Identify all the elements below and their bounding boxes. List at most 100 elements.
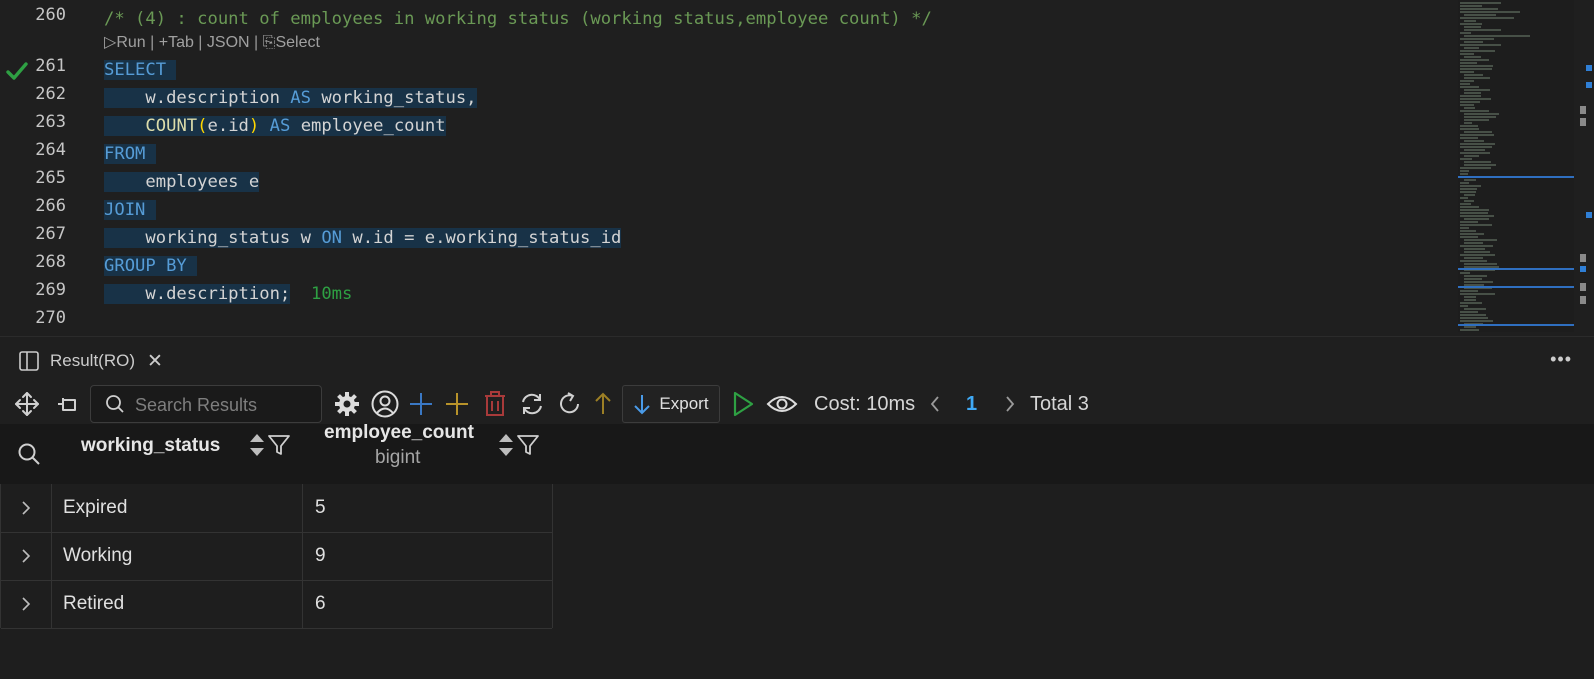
minimap-line bbox=[1460, 311, 1478, 313]
minimap-line bbox=[1464, 296, 1476, 298]
next-page-icon[interactable] bbox=[999, 384, 1021, 424]
add-column-icon[interactable] bbox=[440, 384, 474, 424]
minimap-line bbox=[1460, 68, 1492, 70]
sql-editor[interactable]: 260 261 262 263 264 265 266 267 268 269 … bbox=[0, 0, 1594, 332]
column-header-working-status[interactable]: working_status bbox=[52, 424, 302, 484]
codelens-json[interactable]: JSON bbox=[207, 34, 250, 51]
split-panel-icon bbox=[19, 351, 39, 371]
delete-icon[interactable] bbox=[478, 384, 512, 424]
line-number: 266 bbox=[35, 196, 66, 216]
line-number: 265 bbox=[35, 168, 66, 188]
minimap-line bbox=[1460, 59, 1489, 61]
minimap-line bbox=[1460, 104, 1474, 106]
pin-icon[interactable] bbox=[52, 384, 86, 424]
chevron-right-icon[interactable] bbox=[1, 532, 52, 580]
more-options-icon[interactable]: ••• bbox=[1550, 349, 1572, 370]
table-row[interactable]: Expired 5 bbox=[1, 484, 552, 533]
minimap-line bbox=[1460, 314, 1486, 316]
chevron-right-icon[interactable] bbox=[1, 580, 52, 628]
minimap-line bbox=[1460, 224, 1492, 226]
codelens-tab[interactable]: +Tab bbox=[159, 34, 194, 51]
minimap-line bbox=[1460, 80, 1474, 82]
minimap-highlight bbox=[1458, 176, 1574, 178]
column-header-employee-count[interactable]: employee_count bigint bbox=[302, 422, 552, 484]
export-button[interactable]: Export bbox=[622, 385, 720, 423]
minimap-line bbox=[1464, 278, 1482, 280]
minimap-line bbox=[1460, 11, 1520, 13]
minimap-line bbox=[1460, 290, 1478, 292]
minimap-line bbox=[1460, 185, 1481, 187]
minimap-line bbox=[1464, 74, 1483, 76]
arrow-down-icon bbox=[634, 395, 651, 415]
filter-icon[interactable] bbox=[516, 433, 540, 457]
minimap-line bbox=[1460, 137, 1478, 139]
minimap-line bbox=[1464, 275, 1487, 277]
minimap-line bbox=[1460, 227, 1469, 229]
minimap-line bbox=[1464, 20, 1476, 22]
refresh-icon[interactable] bbox=[553, 384, 587, 424]
sync-icon[interactable] bbox=[515, 384, 549, 424]
run-icon[interactable] bbox=[726, 384, 760, 424]
gear-icon[interactable] bbox=[330, 384, 364, 424]
arrow-up-icon[interactable] bbox=[590, 384, 616, 424]
code-line: GROUP BY bbox=[104, 252, 198, 280]
search-results-box[interactable] bbox=[90, 385, 322, 423]
minimap-line bbox=[1464, 56, 1481, 58]
minimap[interactable] bbox=[1458, 0, 1574, 332]
sort-icon[interactable] bbox=[247, 432, 267, 458]
minimap-line bbox=[1464, 47, 1479, 49]
minimap-line bbox=[1464, 29, 1501, 31]
cell-employee-count[interactable]: 5 bbox=[303, 484, 551, 532]
minimap-line bbox=[1460, 101, 1480, 103]
minimap-line bbox=[1460, 170, 1469, 172]
minimap-line bbox=[1460, 236, 1478, 238]
code-line: FROM bbox=[104, 140, 156, 168]
cell-working-status[interactable]: Retired bbox=[51, 580, 303, 628]
line-number: 269 bbox=[35, 280, 66, 300]
user-icon[interactable] bbox=[368, 384, 402, 424]
minimap-line bbox=[1464, 116, 1496, 118]
filter-icon[interactable] bbox=[267, 433, 291, 457]
chevron-right-icon[interactable] bbox=[1, 484, 52, 532]
minimap-line bbox=[1464, 263, 1497, 265]
move-icon[interactable] bbox=[10, 384, 44, 424]
minimap-line bbox=[1460, 23, 1482, 25]
codelens-run[interactable]: ▷Run bbox=[104, 34, 146, 51]
cell-working-status[interactable]: Working bbox=[51, 532, 303, 580]
minimap-line bbox=[1460, 188, 1477, 190]
add-row-icon[interactable] bbox=[404, 384, 438, 424]
minimap-line bbox=[1460, 215, 1494, 217]
prev-page-icon[interactable] bbox=[924, 384, 946, 424]
minimap-line bbox=[1460, 38, 1494, 40]
table-header: working_status employee_count bigint bbox=[0, 422, 1594, 484]
eye-icon[interactable] bbox=[764, 384, 800, 424]
cell-employee-count[interactable]: 9 bbox=[303, 532, 551, 580]
page-number[interactable]: 1 bbox=[966, 384, 977, 424]
search-icon[interactable] bbox=[14, 434, 44, 474]
sort-icon[interactable] bbox=[496, 432, 516, 458]
minimap-line bbox=[1460, 209, 1489, 211]
line-number: 270 bbox=[35, 308, 66, 328]
minimap-line bbox=[1464, 179, 1476, 181]
codelens-select[interactable]: ⎘Select bbox=[263, 34, 320, 51]
minimap-line bbox=[1460, 2, 1501, 4]
table-row[interactable]: Working 9 bbox=[1, 532, 552, 581]
minimap-line bbox=[1460, 173, 1468, 175]
close-icon[interactable]: ✕ bbox=[147, 350, 163, 373]
minimap-highlight bbox=[1458, 268, 1574, 270]
minimap-line bbox=[1464, 248, 1485, 250]
line-number: 268 bbox=[35, 252, 66, 272]
minimap-line bbox=[1464, 218, 1489, 220]
scrollbar[interactable] bbox=[1578, 0, 1594, 332]
minimap-line bbox=[1464, 119, 1489, 121]
cell-employee-count[interactable]: 6 bbox=[303, 580, 551, 628]
search-input[interactable] bbox=[133, 392, 317, 418]
minimap-line bbox=[1460, 197, 1468, 199]
minimap-line bbox=[1460, 62, 1477, 64]
tab-result[interactable]: Result(RO) ✕ bbox=[0, 337, 163, 385]
minimap-line bbox=[1460, 329, 1479, 331]
cell-working-status[interactable]: Expired bbox=[51, 484, 303, 532]
export-label: Export bbox=[659, 394, 709, 413]
code-line: w.description; 10ms bbox=[104, 284, 353, 304]
table-row[interactable]: Retired 6 bbox=[1, 580, 552, 629]
